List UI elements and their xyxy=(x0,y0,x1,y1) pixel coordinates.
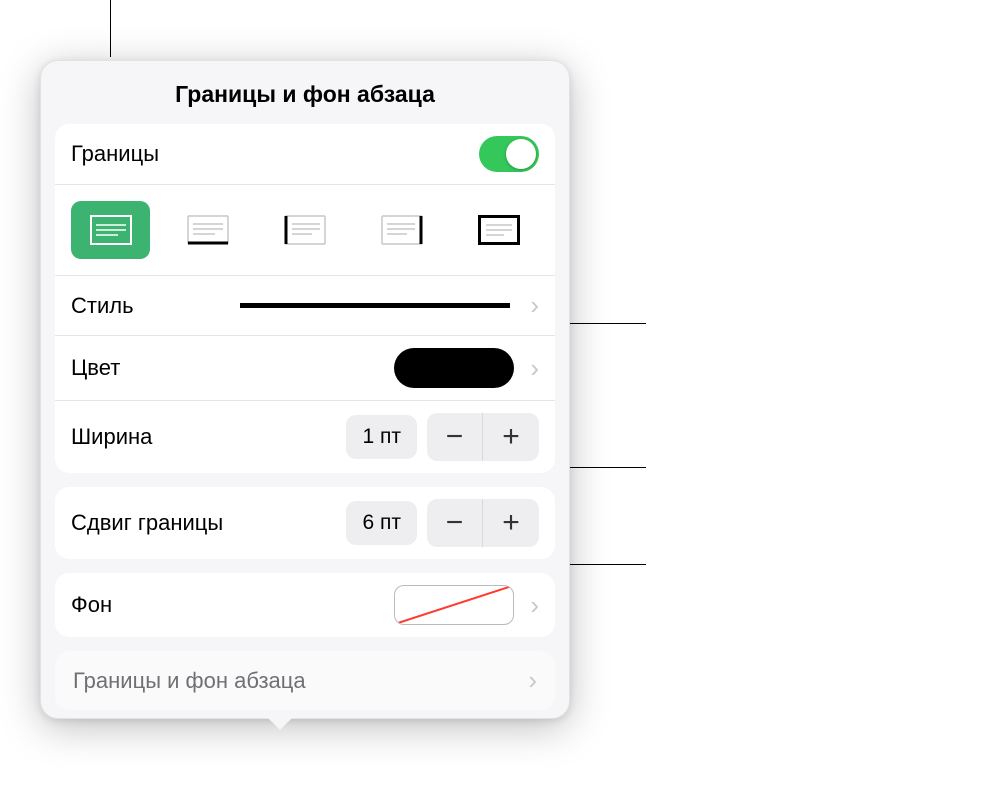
footer-peek: Границы и фон абзаца › xyxy=(41,651,569,718)
borders-toggle-row: Границы xyxy=(55,124,555,185)
chevron-right-icon: › xyxy=(530,353,539,384)
border-preset-all[interactable] xyxy=(71,201,150,259)
width-increase-button[interactable]: + xyxy=(483,413,539,461)
popover-arrow-icon xyxy=(266,716,294,730)
footer-row-item[interactable]: Границы и фон абзаца › xyxy=(55,651,555,710)
width-row: Ширина 1 пт − + xyxy=(55,401,555,473)
border-preset-right[interactable] xyxy=(363,201,442,259)
borders-label: Границы xyxy=(71,141,479,167)
offset-stepper: − + xyxy=(427,499,539,547)
chevron-right-icon: › xyxy=(528,665,537,696)
background-row[interactable]: Фон › xyxy=(55,573,555,637)
footer-label: Границы и фон абзаца xyxy=(73,668,520,694)
width-label: Ширина xyxy=(71,424,346,450)
style-preview xyxy=(240,303,510,308)
offset-card: Сдвиг границы 6 пт − + xyxy=(55,487,555,559)
borders-background-popover: Границы и фон абзаца Границы xyxy=(40,60,570,719)
background-card: Фон › xyxy=(55,573,555,637)
popover-title: Границы и фон абзаца xyxy=(41,61,569,124)
border-presets-row xyxy=(55,185,555,276)
border-preset-box[interactable] xyxy=(460,201,539,259)
offset-label: Сдвиг границы xyxy=(71,510,346,536)
borders-card: Границы xyxy=(55,124,555,473)
background-none-swatch xyxy=(394,585,514,625)
border-preset-bottom[interactable] xyxy=(168,201,247,259)
color-swatch xyxy=(394,348,514,388)
borders-toggle[interactable] xyxy=(479,136,539,172)
style-row[interactable]: Стиль › xyxy=(55,276,555,336)
offset-row: Сдвиг границы 6 пт − + xyxy=(55,487,555,559)
background-label: Фон xyxy=(71,592,394,618)
width-value[interactable]: 1 пт xyxy=(346,415,417,459)
chevron-right-icon: › xyxy=(530,590,539,621)
color-row[interactable]: Цвет › xyxy=(55,336,555,401)
color-label: Цвет xyxy=(71,355,394,381)
border-preset-left[interactable] xyxy=(265,201,344,259)
offset-increase-button[interactable]: + xyxy=(483,499,539,547)
offset-decrease-button[interactable]: − xyxy=(427,499,483,547)
offset-value[interactable]: 6 пт xyxy=(346,501,417,545)
style-label: Стиль xyxy=(71,293,240,319)
chevron-right-icon: › xyxy=(530,290,539,321)
width-decrease-button[interactable]: − xyxy=(427,413,483,461)
width-stepper: − + xyxy=(427,413,539,461)
